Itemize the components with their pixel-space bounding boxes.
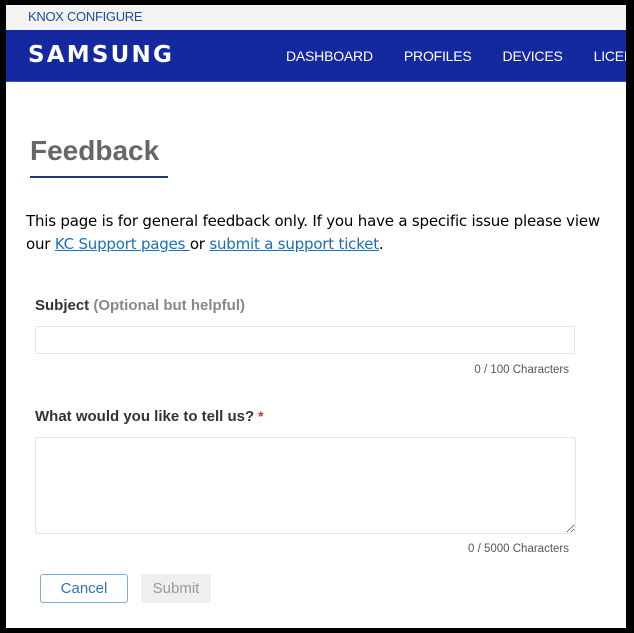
required-marker: * [258, 408, 264, 424]
intro-text-part: . [378, 235, 384, 253]
subject-input[interactable] [35, 326, 575, 354]
main-navbar: SAMSUNG DASHBOARD PROFILES DEVICES LICEN… [6, 30, 626, 82]
message-label: What would you like to tell us? * [35, 408, 264, 425]
subject-label-hint: (Optional but helpful) [93, 297, 245, 314]
subject-char-counter: 0 / 100 Characters [474, 364, 569, 376]
submit-button[interactable]: Submit [141, 574, 211, 603]
product-name[interactable]: KNOX CONFIGURE [28, 9, 143, 24]
cancel-button[interactable]: Cancel [40, 574, 128, 603]
nav-item-dashboard[interactable]: DASHBOARD [286, 48, 373, 64]
nav-item-licenses[interactable]: LICENSES [594, 48, 626, 64]
message-char-counter: 0 / 5000 Characters [467, 543, 569, 555]
message-label-text: What would you like to tell us? [35, 408, 255, 425]
title-underline [30, 176, 168, 178]
intro-text: This page is for general feedback only. … [26, 210, 616, 256]
nav-item-devices[interactable]: DEVICES [503, 48, 563, 64]
page-title: Feedback [30, 135, 160, 166]
kc-support-pages-link[interactable]: KC Support pages [55, 235, 190, 253]
intro-text-part: or [189, 235, 210, 253]
nav-item-profiles[interactable]: PROFILES [404, 48, 472, 64]
subject-label-text: Subject [35, 297, 90, 314]
samsung-logo[interactable]: SAMSUNG [28, 42, 174, 68]
browser-frame: KNOX CONFIGURE SAMSUNG DASHBOARD PROFILE… [6, 5, 626, 628]
message-textarea[interactable] [35, 437, 576, 534]
main-nav: DASHBOARD PROFILES DEVICES LICENSES [286, 30, 626, 81]
submit-support-ticket-link[interactable]: submit a support ticket [209, 235, 379, 253]
product-bar: KNOX CONFIGURE [6, 5, 626, 30]
subject-label: Subject (Optional but helpful) [35, 297, 245, 314]
